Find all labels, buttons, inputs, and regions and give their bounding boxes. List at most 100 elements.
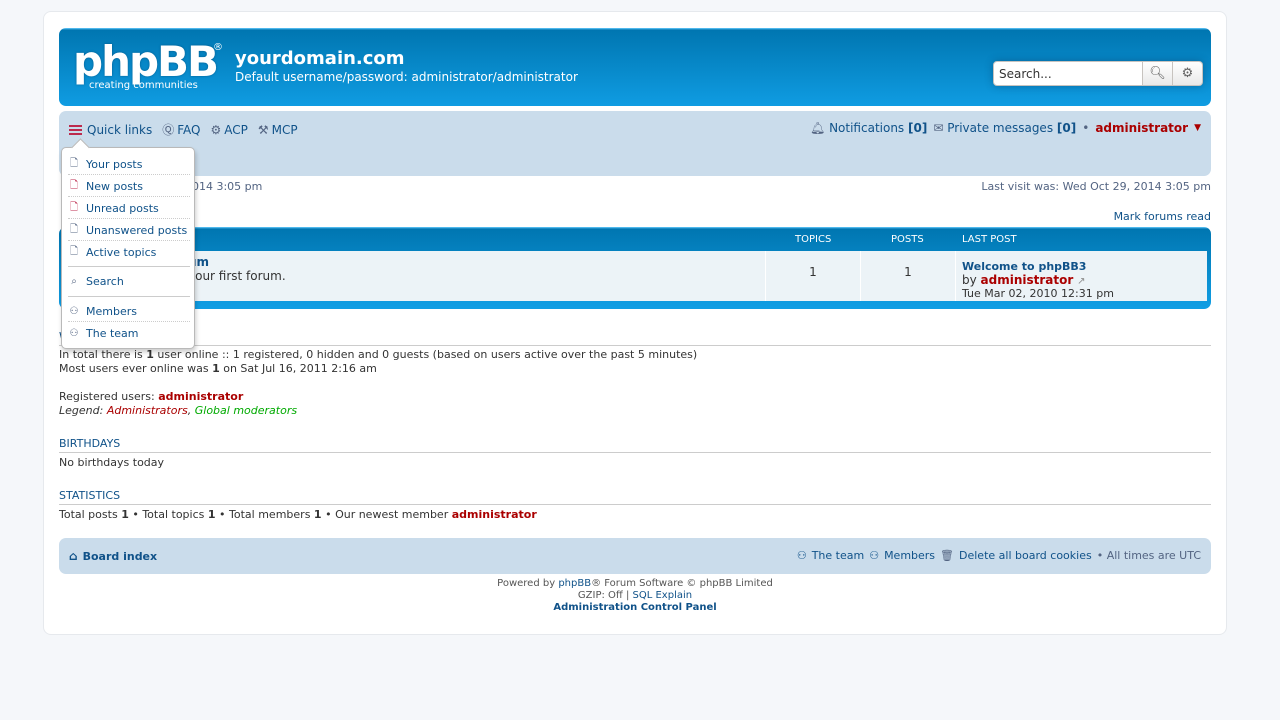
footer-links: ⚇ The team ⚇ Members 🗑︎ Delete all board co… [797, 549, 1201, 562]
mcp-link[interactable]: ⚒ MCP [258, 123, 298, 137]
acp-link[interactable]: ⚙ ACP [211, 123, 248, 137]
users-icon: ⚇ [69, 305, 79, 317]
site-logo[interactable]: phpBB ® creating communities [73, 37, 223, 94]
logo-wordmark: phpBB [73, 37, 219, 86]
dropdown-item-search[interactable]: ⌕ Search [68, 271, 190, 292]
forum-description: your first forum. [188, 269, 286, 283]
dropdown-label: Unread posts [86, 201, 159, 215]
sql-explain-link[interactable]: SQL Explain [633, 590, 693, 601]
mcp-label: MCP [271, 122, 298, 137]
bell-icon: 🔔︎ [810, 121, 826, 135]
dropdown-item-the-team[interactable]: ⚇ The team [68, 323, 190, 344]
users-icon: ⚇ [69, 328, 79, 339]
advanced-search-button[interactable]: ⚙ [1173, 61, 1203, 86]
dropdown-item-your-posts[interactable]: 🗋︎ Your posts [68, 154, 190, 175]
debug-line: GZIP: Off | SQL Explain [59, 590, 1211, 602]
pm-count: [0] [1056, 121, 1077, 135]
dropdown-separator [68, 266, 190, 267]
private-messages-link[interactable]: ✉ Private messages [0] [933, 121, 1076, 135]
view-latest-post-icon[interactable]: ↗ [1077, 276, 1085, 287]
dropdown-item-new-posts[interactable]: 🗋︎ New posts [68, 176, 190, 197]
last-visit: Last visit was: Wed Oct 29, 2014 3:05 pm [981, 180, 1211, 193]
birthdays-header: Birthdays [59, 437, 1211, 453]
header-bar: phpBB ® creating communities yourdomain.… [59, 28, 1211, 106]
registered-user-link[interactable]: administrator [158, 390, 243, 403]
file-red-icon: 🗋︎ [69, 179, 79, 191]
footer-nav: ⌂ Board index ⚇ The team ⚇ Members 🗑︎ Delete… [59, 538, 1211, 574]
search-box: 🔍︎ ⚙ [993, 61, 1203, 86]
dropdown-separator [68, 296, 190, 297]
quick-links-dropdown: 🗋︎ Your posts 🗋︎ New posts 🗋︎ Unread posts … [61, 147, 195, 349]
legend-administrators[interactable]: Administrators [107, 404, 188, 417]
powered-by-line: Powered by phpBB® Forum Software © phpBB… [59, 578, 1211, 590]
copyright: Powered by phpBB® Forum Software © phpBB… [59, 578, 1211, 614]
posts-count: 1 [904, 265, 912, 279]
mark-forums-read-link[interactable]: Mark forums read [1114, 210, 1211, 223]
notifications-link[interactable]: 🔔︎ Notifications [0] [810, 121, 927, 135]
online-line-1: In total there is 1 user online :: 1 reg… [59, 348, 697, 361]
dropdown-item-unanswered-posts[interactable]: 🗋︎ Unanswered posts [68, 220, 190, 241]
caret-down-icon[interactable]: ▼ [1194, 123, 1201, 133]
delete-cookies-link[interactable]: Delete all board cookies [959, 549, 1092, 562]
dropdown-item-members[interactable]: ⚇ Members [68, 301, 190, 322]
who-is-online-header[interactable]: W [59, 330, 1211, 346]
navbar: Quick links Ⓠ FAQ ⚙ ACP ⚒ MCP 🔔︎ Notificati… [59, 111, 1211, 176]
footer-team-link[interactable]: The team [812, 549, 865, 562]
total-topics: 1 [207, 508, 216, 521]
powered-by-rest: ® Forum Software © phpBB Limited [591, 578, 773, 589]
total-posts-label: Total posts [59, 508, 118, 521]
acp-label: ACP [224, 122, 248, 137]
dropdown-label: Search [86, 275, 124, 288]
search-button[interactable]: 🔍︎ [1143, 61, 1173, 86]
online-line-2: Most users ever online was 1 on Sat Jul … [59, 362, 377, 375]
envelope-icon: ✉ [933, 121, 944, 135]
members-icon: ⚇ [869, 549, 880, 562]
separator-dot: • [1082, 121, 1090, 135]
timezone-text: • All times are UTC [1096, 549, 1201, 562]
col-posts: Posts [891, 234, 924, 245]
record-post: on Sat Jul 16, 2011 2:16 am [223, 362, 377, 375]
col-topics: Topics [795, 234, 832, 245]
powered-by-label: Powered by [497, 578, 556, 589]
last-post-date: Tue Mar 02, 2010 12:31 pm [962, 287, 1114, 300]
record-num: 1 [212, 362, 220, 375]
newest-member-label: • Our newest member [325, 508, 449, 521]
page-wrapper: phpBB ® creating communities yourdomain.… [43, 11, 1227, 635]
statistics-line: Total posts 1 • Total topics 1 • Total m… [59, 508, 537, 521]
board-index-link[interactable]: ⌂ Board index [69, 549, 157, 563]
notifications-label: Notifications [829, 121, 905, 135]
total-members-label: • Total members [219, 508, 311, 521]
nav-links: Quick links Ⓠ FAQ ⚙ ACP ⚒ MCP [69, 121, 298, 138]
faq-link[interactable]: Ⓠ FAQ [162, 121, 200, 138]
gear-icon: ⚙ [1181, 66, 1194, 81]
gzip-text: GZIP: Off | [577, 590, 630, 601]
site-title[interactable]: yourdomain.com [235, 48, 405, 69]
legend-global-moderators[interactable]: Global moderators [195, 404, 297, 417]
birthdays-text: No birthdays today [59, 456, 165, 469]
last-post-user[interactable]: administrator [981, 273, 1074, 287]
newest-member-link[interactable]: administrator [452, 508, 537, 521]
dropdown-item-active-topics[interactable]: 🗋︎ Active topics [68, 242, 190, 263]
footer-members-link[interactable]: Members [884, 549, 935, 562]
dropdown-item-unread-posts[interactable]: 🗋︎ Unread posts [68, 198, 190, 219]
online-num: 1 [146, 348, 154, 361]
team-icon: ⚇ [796, 549, 807, 562]
phpbb-link[interactable]: phpBB [558, 578, 591, 589]
last-post-title[interactable]: Welcome to phpBB3 [962, 260, 1086, 273]
search-input[interactable] [993, 61, 1143, 86]
username-menu[interactable]: administrator [1095, 121, 1188, 135]
last-post-author-line: by administrator ↗ [962, 273, 1086, 287]
record-pre: Most users ever online was [59, 362, 209, 375]
search-icon: 🔍︎ [1149, 66, 1166, 81]
quick-links-button[interactable]: Quick links [69, 123, 152, 137]
dropdown-label: The team [86, 327, 139, 340]
statistics-header: Statistics [59, 489, 1211, 505]
topics-count: 1 [809, 265, 817, 279]
cogs-icon: ⚙ [210, 122, 222, 137]
gavel-icon: ⚒ [257, 122, 269, 137]
file-search-icon: 🗋︎ [69, 157, 79, 169]
board-index-label: Board index [82, 549, 158, 563]
pm-label: Private messages [947, 121, 1054, 135]
legend-line: Legend: Administrators, Global moderator… [59, 404, 297, 417]
acp-footer-link[interactable]: Administration Control Panel [59, 602, 1211, 614]
